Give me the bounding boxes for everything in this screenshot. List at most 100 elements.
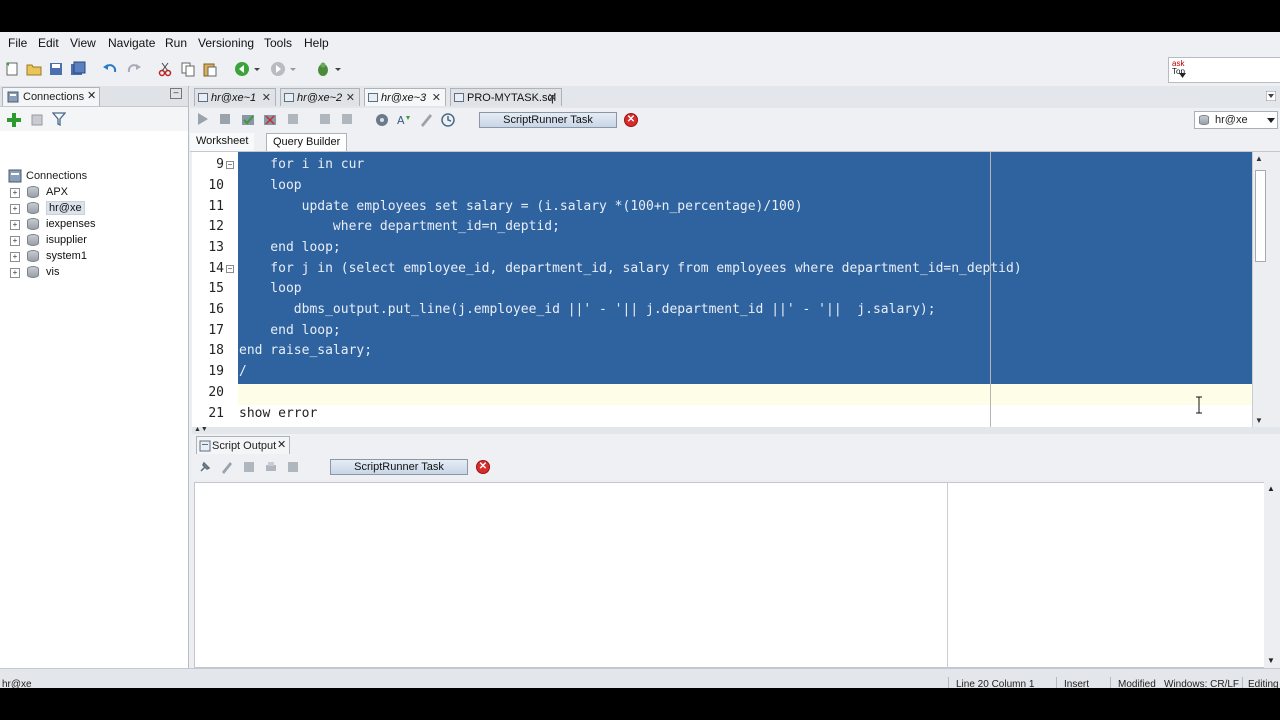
sql-editor[interactable]: 9 − for i in cur 10 loop 11 update emplo… — [192, 152, 1252, 427]
expand-icon[interactable]: + — [10, 268, 20, 278]
expand-icon[interactable]: + — [10, 252, 20, 262]
explain-plan-icon[interactable] — [318, 112, 332, 126]
tab-hr-xe-3[interactable]: hr@xe~3 ✕ — [364, 88, 446, 106]
back-icon[interactable] — [234, 61, 250, 77]
connections-tab[interactable]: Connections ✕ — [2, 87, 100, 106]
scroll-down-icon[interactable]: ▼ — [1255, 416, 1263, 425]
paste-icon[interactable] — [202, 61, 218, 77]
redo-icon[interactable] — [126, 61, 142, 77]
tree-item-system1[interactable]: + system1 — [0, 248, 186, 264]
close-icon[interactable]: ✕ — [432, 91, 441, 104]
connection-selector[interactable]: hr@xe — [1194, 111, 1278, 129]
tab-list-icon[interactable] — [1266, 91, 1276, 101]
tree-item-hr-xe[interactable]: + hr@xe — [0, 200, 186, 216]
line-number: 15 — [208, 281, 224, 296]
tree-item-apx[interactable]: + APX — [0, 184, 186, 200]
cancel-task-icon[interactable]: ✕ — [476, 460, 490, 474]
format-icon[interactable]: A — [396, 112, 412, 128]
line-number: 21 — [208, 406, 224, 421]
tree-item-isupplier[interactable]: + isupplier — [0, 232, 186, 248]
panel-splitter[interactable]: ▲▼ — [192, 426, 1280, 434]
output-scrollbar[interactable]: ▲ ▼ — [1264, 482, 1278, 668]
copy-icon[interactable] — [180, 61, 196, 77]
editor-scrollbar[interactable]: ▲ ▼ — [1252, 152, 1267, 427]
menu-file[interactable]: File — [8, 36, 27, 50]
menu-versioning[interactable]: Versioning — [198, 36, 254, 50]
commit-icon[interactable] — [240, 112, 256, 128]
tab-worksheet[interactable]: Worksheet — [190, 133, 255, 151]
script-output-area[interactable] — [194, 482, 1266, 668]
line-number: 13 — [208, 240, 224, 255]
sql-tuning-icon[interactable] — [374, 112, 390, 128]
print-icon[interactable] — [264, 460, 278, 474]
run-statement-icon[interactable] — [196, 112, 210, 126]
autotrace-icon[interactable] — [340, 112, 354, 126]
close-icon[interactable]: ✕ — [87, 89, 96, 102]
database-icon — [27, 218, 39, 230]
menu-help[interactable]: Help — [304, 36, 329, 50]
cancel-task-icon[interactable]: ✕ — [624, 113, 638, 127]
refresh-icon[interactable] — [30, 112, 46, 128]
undo-icon[interactable] — [102, 61, 118, 77]
scroll-up-icon[interactable]: ▲ — [1255, 154, 1263, 163]
expand-icon[interactable]: + — [10, 220, 20, 230]
forward-icon[interactable] — [270, 61, 286, 77]
close-icon[interactable]: ✕ — [277, 438, 286, 451]
tab-hr-xe-1[interactable]: hr@xe~1 ✕ — [194, 88, 276, 106]
save-icon[interactable] — [48, 61, 64, 77]
search-dropdown-icon[interactable] — [1179, 73, 1186, 78]
connections-toolbar — [0, 107, 188, 131]
open-folder-icon[interactable] — [26, 61, 42, 77]
close-icon[interactable]: ✕ — [346, 91, 355, 104]
rollback-icon[interactable] — [262, 112, 278, 128]
minimize-icon[interactable]: – — [170, 88, 182, 99]
close-icon[interactable]: ✕ — [262, 91, 271, 104]
expand-icon[interactable]: + — [10, 236, 20, 246]
scroll-up-icon[interactable]: ▲ — [1267, 484, 1275, 493]
save-all-icon[interactable] — [70, 61, 86, 77]
back-dropdown-icon[interactable] — [252, 61, 262, 77]
add-connection-icon[interactable] — [6, 112, 22, 128]
save-output-icon[interactable] — [242, 460, 256, 474]
tab-pro-mytask-sql[interactable]: PRO-MYTASK.sql ✕ — [450, 88, 562, 106]
line-number: 16 — [208, 302, 224, 317]
splitter-arrows-icon[interactable]: ▲▼ — [194, 426, 208, 433]
fold-collapse-icon[interactable]: − — [226, 161, 234, 169]
menu-tools[interactable]: Tools — [264, 36, 292, 50]
code-line: where department_id=n_deptid; — [239, 219, 560, 234]
text-cursor-icon — [1196, 396, 1202, 414]
cancel-icon[interactable] — [286, 112, 300, 126]
forward-dropdown-icon[interactable] — [288, 61, 298, 77]
close-icon[interactable]: ✕ — [548, 91, 557, 104]
menu-navigate[interactable]: Navigate — [108, 36, 155, 50]
clear-icon[interactable] — [418, 112, 434, 128]
open-file-output-icon[interactable] — [286, 460, 300, 474]
search-field[interactable]: ask Top — [1168, 57, 1280, 83]
cut-icon[interactable] — [157, 61, 173, 77]
filter-icon[interactable] — [52, 112, 66, 126]
scrollbar-thumb[interactable] — [1255, 170, 1266, 262]
new-file-icon[interactable] — [4, 61, 20, 77]
history-icon[interactable] — [440, 112, 456, 128]
menu-view[interactable]: View — [70, 36, 96, 50]
pin-icon[interactable] — [198, 460, 212, 474]
fold-collapse-icon[interactable]: − — [226, 265, 234, 273]
status-cursor-position: Line 20 Column 1 — [956, 679, 1035, 688]
tab-hr-xe-2[interactable]: hr@xe~2 ✕ — [280, 88, 360, 106]
debug-dropdown-icon[interactable] — [333, 61, 343, 77]
code-line: show error — [239, 406, 318, 421]
menu-edit[interactable]: Edit — [38, 36, 59, 50]
tab-query-builder[interactable]: Query Builder — [266, 133, 348, 151]
tree-item-iexpenses[interactable]: + iexpenses — [0, 216, 186, 232]
tree-item-label: vis — [46, 266, 60, 278]
expand-icon[interactable]: + — [10, 204, 20, 214]
debug-icon[interactable] — [315, 61, 331, 77]
eraser-icon[interactable] — [220, 460, 234, 474]
tree-item-vis[interactable]: + vis — [0, 264, 186, 280]
run-script-icon[interactable] — [218, 112, 232, 126]
scroll-down-icon[interactable]: ▼ — [1267, 656, 1275, 665]
tree-root-connections[interactable]: Connections — [0, 168, 186, 184]
expand-icon[interactable]: + — [10, 188, 20, 198]
tab-script-output[interactable]: Script Output ✕ — [196, 436, 290, 454]
menu-run[interactable]: Run — [165, 36, 187, 50]
